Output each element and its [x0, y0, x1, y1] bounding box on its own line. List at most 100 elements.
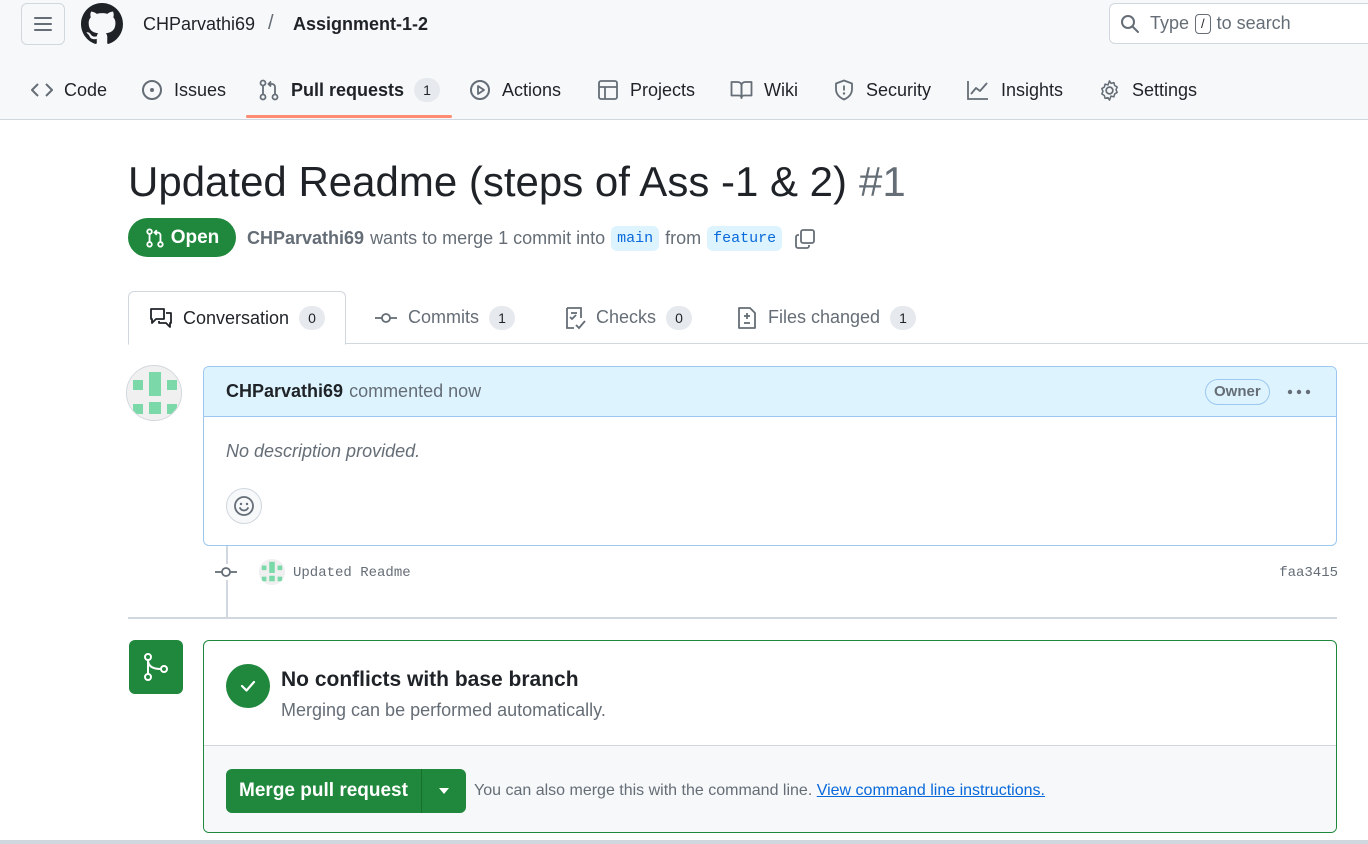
comment-timestamp: commented now	[349, 381, 482, 401]
timeline-divider	[128, 617, 1337, 619]
pr-merge-summary: CHParvathi69 wants to merge 1 commit int…	[247, 226, 816, 251]
commit-icon	[214, 564, 238, 580]
merge-status-subtitle: Merging can be performed automatically.	[281, 700, 606, 720]
repo-owner-link[interactable]: CHParvathi69	[143, 14, 255, 35]
book-icon	[730, 81, 753, 99]
pr-number: #1	[859, 158, 906, 205]
tab-insights-label: Insights	[1001, 79, 1064, 100]
pr-author-link[interactable]: CHParvathi69	[247, 228, 364, 249]
add-reaction-button[interactable]	[226, 488, 262, 524]
command-line-note: You can also merge this with the command…	[474, 782, 1045, 800]
tab-settings-label: Settings	[1132, 79, 1198, 100]
tab-security-label: Security	[866, 79, 932, 100]
pr-tabs: Conversation 0 Commits 1 Checks 0 Files …	[128, 291, 1368, 345]
pr-description-comment: CHParvathi69 commented now Owner No desc…	[203, 366, 1337, 546]
commit-sha-link[interactable]: faa3415	[1279, 565, 1338, 581]
comment-header: CHParvathi69 commented now Owner	[204, 367, 1336, 417]
tab-projects-label: Projects	[630, 79, 696, 100]
owner-badge: Owner	[1205, 379, 1270, 405]
merge-status-title: No conflicts with base branch	[281, 668, 579, 691]
base-branch-link[interactable]: main	[611, 226, 660, 251]
smiley-icon	[234, 496, 254, 516]
merge-method-dropdown[interactable]	[422, 769, 466, 813]
tab-security[interactable]: Security	[833, 62, 931, 118]
command-line-note-text: You can also merge this with the command…	[474, 782, 813, 799]
repo-name-link[interactable]: Assignment-1-2	[293, 14, 428, 35]
pr-state-label: Open	[170, 226, 220, 248]
search-shortcut-key: /	[1195, 13, 1211, 34]
copy-icon	[795, 228, 816, 249]
tab-conversation[interactable]: Conversation 0	[128, 291, 347, 345]
github-logo-icon[interactable]	[81, 3, 123, 45]
shield-icon	[835, 79, 853, 101]
timeline-commit: Updated Readme faa3415	[214, 558, 1338, 588]
repo-nav-tabs: Code Issues Pull requests 1 Actions Proj…	[0, 62, 1368, 120]
merge-button-group: Merge pull request	[226, 769, 466, 813]
tab-issues[interactable]: Issues	[141, 62, 226, 118]
pr-title: Updated Readme (steps of Ass -1 & 2) #1	[128, 158, 906, 206]
files-changed-count: 1	[890, 305, 917, 330]
merge-box-footer: Merge pull request You can also merge th…	[204, 745, 1336, 832]
identicon-avatar	[127, 366, 181, 420]
tab-projects[interactable]: Projects	[597, 62, 695, 118]
merge-box: No conflicts with base branch Merging ca…	[203, 640, 1337, 833]
merge-pull-request-button[interactable]: Merge pull request	[226, 769, 422, 813]
tab-settings[interactable]: Settings	[1098, 62, 1197, 118]
tab-actions-label: Actions	[502, 79, 562, 100]
tab-wiki[interactable]: Wiki	[730, 62, 798, 118]
commits-count: 1	[489, 305, 515, 330]
copy-branch-button[interactable]	[794, 228, 816, 250]
search-input[interactable]: Type / to search	[1109, 3, 1368, 44]
issue-icon	[142, 80, 162, 100]
git-merge-icon	[144, 653, 168, 681]
conversation-count: 0	[299, 306, 326, 330]
diff-icon	[738, 306, 756, 329]
tab-checks[interactable]: Checks 0	[564, 291, 693, 344]
checklist-icon	[566, 306, 586, 329]
play-icon	[470, 80, 490, 100]
tab-files-changed-label: Files changed	[768, 307, 881, 327]
pull-request-icon	[259, 79, 279, 101]
comment-author-link[interactable]: CHParvathi69	[226, 381, 343, 402]
menu-button[interactable]	[21, 3, 65, 45]
tab-wiki-label: Wiki	[764, 79, 798, 100]
comment-body: No description provided.	[226, 441, 421, 461]
graph-icon	[967, 81, 988, 100]
pr-state-badge: Open	[128, 218, 236, 257]
tab-actions[interactable]: Actions	[469, 62, 561, 118]
merge-text: wants to merge 1 commit into	[370, 228, 606, 248]
tab-commits-label: Commits	[408, 307, 479, 327]
kebab-horizontal-icon	[1287, 389, 1311, 395]
tab-files-changed[interactable]: Files changed 1	[736, 291, 917, 344]
merge-status-icon	[129, 640, 183, 694]
checks-count: 0	[666, 305, 693, 330]
hamburger-icon	[34, 17, 52, 31]
tab-code[interactable]: Code	[31, 62, 107, 118]
window-bottom-edge	[0, 840, 1368, 844]
commit-message-link[interactable]: Updated Readme	[293, 565, 411, 581]
from-text: from	[665, 228, 702, 248]
tab-commits[interactable]: Commits 1	[374, 291, 515, 344]
pull-request-icon	[146, 227, 164, 248]
triangle-down-icon	[439, 788, 449, 794]
check-icon	[240, 680, 256, 692]
avatar[interactable]	[126, 365, 182, 421]
tab-checks-label: Checks	[596, 307, 657, 327]
commit-icon	[375, 312, 397, 323]
comment-options-button[interactable]	[1286, 380, 1312, 409]
tab-issues-label: Issues	[174, 79, 227, 100]
tab-pull-requests[interactable]: Pull requests 1	[245, 62, 453, 118]
head-branch-link[interactable]: feature	[707, 226, 783, 251]
breadcrumb-separator: /	[268, 12, 274, 34]
merge-check-badge	[226, 664, 270, 708]
tab-insights[interactable]: Insights	[966, 62, 1063, 118]
commit-author-avatar[interactable]	[259, 559, 285, 585]
tab-code-label: Code	[64, 79, 108, 100]
code-icon	[31, 83, 53, 97]
pull-requests-count: 1	[414, 78, 441, 102]
table-icon	[598, 80, 618, 100]
comment-discussion-icon	[150, 308, 172, 328]
command-line-instructions-link[interactable]: View command line instructions.	[817, 782, 1045, 799]
tab-pull-requests-label: Pull requests	[291, 79, 405, 100]
identicon-avatar	[259, 559, 285, 585]
